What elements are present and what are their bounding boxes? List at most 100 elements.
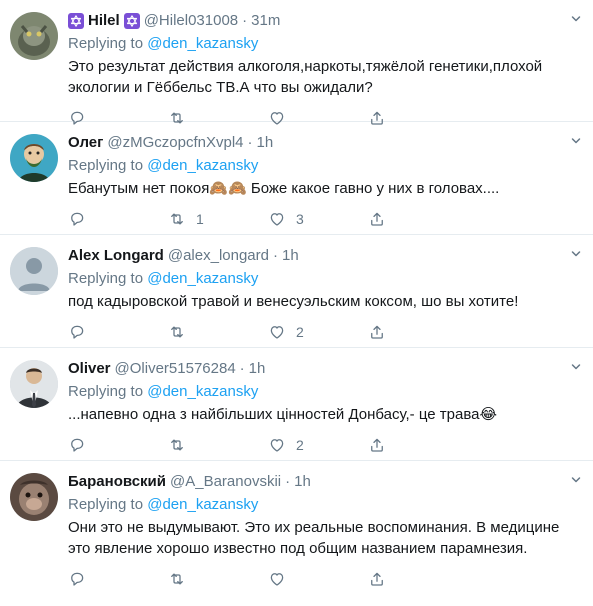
tweet[interactable]: Alex Longard @alex_longard · 1h Replying… xyxy=(0,235,593,348)
retweet-icon xyxy=(168,436,186,454)
timestamp[interactable]: 1h xyxy=(294,472,311,492)
reply-icon xyxy=(68,210,86,228)
user-handle[interactable]: @alex_longard xyxy=(168,246,269,266)
reply-button[interactable] xyxy=(68,570,168,588)
tweet-text: Ебанутым нет покоя🙈🙈 Боже какое гавно у … xyxy=(68,180,500,197)
star-of-david-icon xyxy=(124,13,140,29)
replying-to-mention[interactable]: @den_kazansky xyxy=(147,157,258,174)
tweet-text: под кадыровской травой и венесуэльским к… xyxy=(68,293,519,310)
like-button[interactable]: 3 xyxy=(268,210,368,228)
chevron-down-icon[interactable] xyxy=(571,362,581,372)
replying-to: Replying to @den_kazansky xyxy=(68,495,581,515)
share-icon xyxy=(368,436,386,454)
like-count: 2 xyxy=(296,324,304,340)
chevron-down-icon[interactable] xyxy=(571,249,581,259)
like-count: 2 xyxy=(296,437,304,453)
replying-to-label: Replying to xyxy=(68,383,144,400)
separator-dot: · xyxy=(273,247,278,264)
like-button[interactable]: 2 xyxy=(268,436,368,454)
timestamp[interactable]: 1h xyxy=(249,359,266,379)
retweet-button[interactable] xyxy=(168,323,268,341)
timestamp[interactable]: 31m xyxy=(251,11,280,31)
timestamp[interactable]: 1h xyxy=(257,133,274,153)
tweet-actions: 1 3 xyxy=(68,201,581,237)
user-handle[interactable]: @Oliver51576284 xyxy=(115,359,236,379)
separator-dot: · xyxy=(247,134,253,151)
user-handle[interactable]: @Hilel031008 xyxy=(144,11,238,31)
retweet-button[interactable]: 1 xyxy=(168,210,268,228)
reply-icon xyxy=(68,436,86,454)
tweet[interactable]: Hilel @Hilel031008 · 31m Replying to @de… xyxy=(0,0,593,122)
tweet[interactable]: Барановский @A_Baranovskii · 1h Replying… xyxy=(0,461,593,606)
tweet-header: Барановский @A_Baranovskii · 1h xyxy=(68,471,581,493)
chevron-down-icon[interactable] xyxy=(571,136,581,146)
retweet-icon xyxy=(168,323,186,341)
tweet-text: Они это не выдумывают. Это их реальные в… xyxy=(68,519,560,557)
tweet-header: Олег @zMGczopcfnXvpl4 · 1h xyxy=(68,132,581,154)
user-handle[interactable]: @zMGczopcfnXvpl4 xyxy=(107,133,243,153)
tweet-text: ...напевно одна з найбільших цінностей Д… xyxy=(68,406,497,423)
tweet-actions: 2 xyxy=(68,314,581,350)
replying-to-mention[interactable]: @den_kazansky xyxy=(147,270,258,287)
display-name[interactable]: Hilel xyxy=(88,11,120,31)
replying-to: Replying to @den_kazansky xyxy=(68,269,581,289)
like-button[interactable] xyxy=(268,570,368,588)
separator-dot: · xyxy=(239,360,245,377)
star-of-david-icon xyxy=(68,13,84,29)
reply-icon xyxy=(68,570,86,588)
retweet-icon xyxy=(168,570,186,588)
avatar[interactable] xyxy=(10,12,58,60)
retweet-button[interactable] xyxy=(168,570,268,588)
display-name[interactable]: Alex Longard xyxy=(68,246,164,266)
display-name[interactable]: Oliver xyxy=(68,359,111,379)
replying-to-label: Replying to xyxy=(68,35,144,52)
tweet-header: Alex Longard @alex_longard · 1h xyxy=(68,245,581,267)
reply-button[interactable] xyxy=(68,323,168,341)
heart-icon xyxy=(268,323,286,341)
avatar[interactable] xyxy=(10,473,58,521)
replying-to: Replying to @den_kazansky xyxy=(68,34,581,54)
reply-button[interactable] xyxy=(68,436,168,454)
tweet-header: Oliver @Oliver51576284 · 1h xyxy=(68,358,581,380)
reply-icon xyxy=(68,323,86,341)
heart-icon xyxy=(268,436,286,454)
replying-to-mention[interactable]: @den_kazansky xyxy=(147,383,258,400)
retweet-icon xyxy=(168,210,186,228)
chevron-down-icon[interactable] xyxy=(571,475,581,485)
tweet-actions: 2 xyxy=(68,427,581,463)
heart-icon xyxy=(268,210,286,228)
separator-dot: · xyxy=(285,473,291,490)
share-button[interactable] xyxy=(368,210,468,228)
share-button[interactable] xyxy=(368,570,468,588)
replying-to: Replying to @den_kazansky xyxy=(68,156,581,176)
replying-to-label: Replying to xyxy=(68,270,144,287)
separator-dot: · xyxy=(242,12,248,29)
like-count: 3 xyxy=(296,211,304,227)
replies-list: Hilel @Hilel031008 · 31m Replying to @de… xyxy=(0,0,593,606)
chevron-down-icon[interactable] xyxy=(571,14,581,24)
display-name[interactable]: Барановский xyxy=(68,472,166,492)
tweet[interactable]: Олег @zMGczopcfnXvpl4 · 1h Replying to @… xyxy=(0,122,593,235)
share-icon xyxy=(368,210,386,228)
replying-to-mention[interactable]: @den_kazansky xyxy=(147,35,258,52)
user-handle[interactable]: @A_Baranovskii xyxy=(170,472,281,492)
like-button[interactable]: 2 xyxy=(268,323,368,341)
share-icon xyxy=(368,570,386,588)
share-icon xyxy=(368,323,386,341)
reply-button[interactable] xyxy=(68,210,168,228)
replying-to-label: Replying to xyxy=(68,157,144,174)
avatar[interactable] xyxy=(10,360,58,408)
replying-to: Replying to @den_kazansky xyxy=(68,382,581,402)
avatar[interactable] xyxy=(10,134,58,182)
avatar[interactable] xyxy=(10,247,58,295)
share-button[interactable] xyxy=(368,436,468,454)
share-button[interactable] xyxy=(368,323,468,341)
display-name[interactable]: Олег xyxy=(68,133,103,153)
retweet-button[interactable] xyxy=(168,436,268,454)
tweet-header: Hilel @Hilel031008 · 31m xyxy=(68,10,581,32)
tweet[interactable]: Oliver @Oliver51576284 · 1h Replying to … xyxy=(0,348,593,461)
tweet-actions xyxy=(68,561,581,597)
tweet-text: Это результат действия алкоголя,наркоты,… xyxy=(68,58,543,96)
timestamp[interactable]: 1h xyxy=(282,246,299,266)
replying-to-mention[interactable]: @den_kazansky xyxy=(147,496,258,513)
